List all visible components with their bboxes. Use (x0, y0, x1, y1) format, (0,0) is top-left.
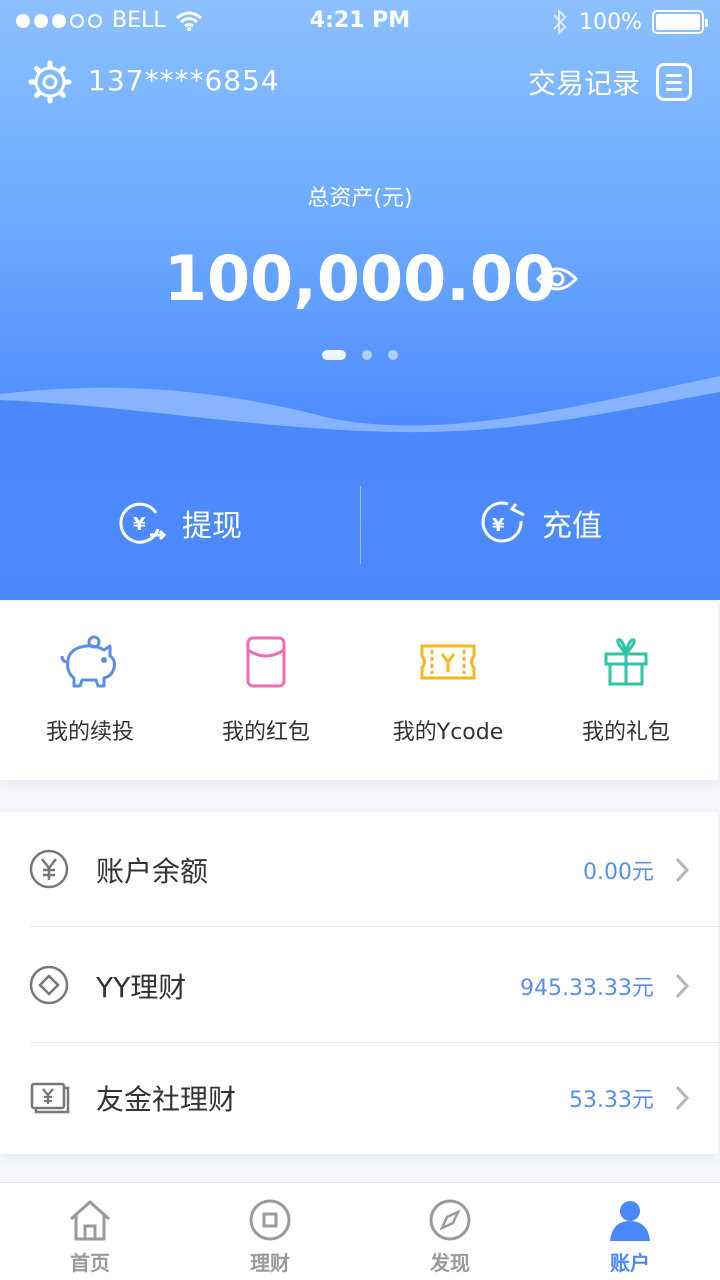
tab-account[interactable]: 账户 (540, 1183, 720, 1280)
diamond-circle-icon (29, 965, 69, 1005)
total-assets-label: 总资产(元) (307, 186, 413, 211)
bluetooth-icon (553, 8, 567, 36)
user-phone: 137****6854 (88, 64, 280, 97)
withdraw-button[interactable]: ¥ 提现 (0, 480, 360, 566)
red-envelope-icon (246, 636, 286, 688)
list-item-balance[interactable]: 账户余额 0.00元 (0, 812, 718, 926)
youjinshe-finance-value: 53.33元 (569, 1088, 654, 1113)
my-gift-button[interactable]: 我的礼包 (536, 602, 716, 780)
tab-account-label: 账户 (610, 1251, 650, 1275)
status-bar: BELL 4:21 PM 100% (0, 0, 720, 44)
wave-decoration (0, 376, 720, 480)
my-red-envelope-label: 我的红包 (221, 720, 310, 745)
quick-links-panel: 我的续投 我的红包 我的Ycode 我的礼包 (0, 602, 718, 780)
user-icon (610, 1201, 650, 1241)
my-gift-label: 我的礼包 (581, 720, 670, 745)
chevron-right-icon (675, 973, 690, 999)
banknote-icon (30, 1082, 70, 1114)
withdraw-yuan-icon: ¥ (119, 502, 166, 544)
bottom-tab-bar: 首页 理财 发现 账户 (0, 1182, 720, 1280)
piggy-bank-icon (60, 635, 116, 688)
gift-icon (604, 638, 648, 686)
youjinshe-finance-label: 友金社理财 (96, 1083, 237, 1116)
pager-dot[interactable] (362, 350, 372, 360)
list-item-yy-finance[interactable]: YY理财 945.33.33元 (0, 928, 718, 1042)
my-red-envelope-button[interactable]: 我的红包 (176, 602, 356, 780)
transaction-records-button[interactable]: 交易记录 (528, 62, 692, 102)
pager-dot[interactable] (322, 350, 346, 360)
chevron-right-icon (675, 1085, 690, 1111)
yy-finance-value: 945.33.33元 (520, 976, 654, 1001)
svg-text:¥: ¥ (492, 515, 505, 536)
balance-label: 账户余额 (96, 855, 209, 888)
tab-home[interactable]: 首页 (0, 1183, 180, 1280)
chevron-right-icon (675, 857, 690, 883)
document-list-icon (656, 63, 692, 101)
yuan-circle-icon (29, 849, 69, 889)
yy-finance-label: YY理财 (96, 971, 187, 1004)
tab-finance[interactable]: 理财 (180, 1183, 360, 1280)
tab-home-label: 首页 (70, 1251, 110, 1275)
tab-discover-label: 发现 (430, 1251, 470, 1275)
eye-visibility-icon[interactable] (536, 262, 578, 296)
my-reinvest-button[interactable]: 我的续投 (0, 602, 180, 780)
finance-icon (249, 1199, 291, 1241)
carousel-pager (0, 350, 720, 360)
recharge-label: 充值 (542, 509, 602, 544)
tab-discover[interactable]: 发现 (360, 1183, 540, 1280)
battery-icon (652, 10, 708, 34)
recharge-yuan-icon: ¥ (481, 501, 525, 543)
total-assets-value: 100,000.00 (163, 242, 557, 315)
account-list: 账户余额 0.00元 YY理财 945.33.33元 友金社理财 53.33元 (0, 812, 720, 1154)
account-header: BELL 4:21 PM 100% 137****6854 交易记录 总资产(元… (0, 0, 720, 600)
ticket-icon (420, 644, 476, 680)
tab-finance-label: 理财 (250, 1251, 290, 1275)
home-icon (69, 1200, 111, 1241)
my-reinvest-label: 我的续投 (45, 720, 134, 745)
recharge-button[interactable]: ¥ 充值 (360, 480, 720, 566)
compass-icon (429, 1199, 471, 1241)
transaction-records-label: 交易记录 (527, 67, 640, 100)
withdraw-label: 提现 (182, 509, 242, 544)
svg-text:¥: ¥ (133, 514, 146, 535)
battery-percent: 100% (579, 9, 642, 35)
my-ycode-label: 我的Ycode (392, 720, 504, 745)
settings-gear-icon[interactable] (28, 60, 72, 104)
balance-value: 0.00元 (583, 860, 654, 885)
list-item-youjinshe-finance[interactable]: 友金社理财 53.33元 (0, 1040, 718, 1154)
my-ycode-button[interactable]: 我的Ycode (358, 602, 538, 780)
pager-dot[interactable] (388, 350, 398, 360)
